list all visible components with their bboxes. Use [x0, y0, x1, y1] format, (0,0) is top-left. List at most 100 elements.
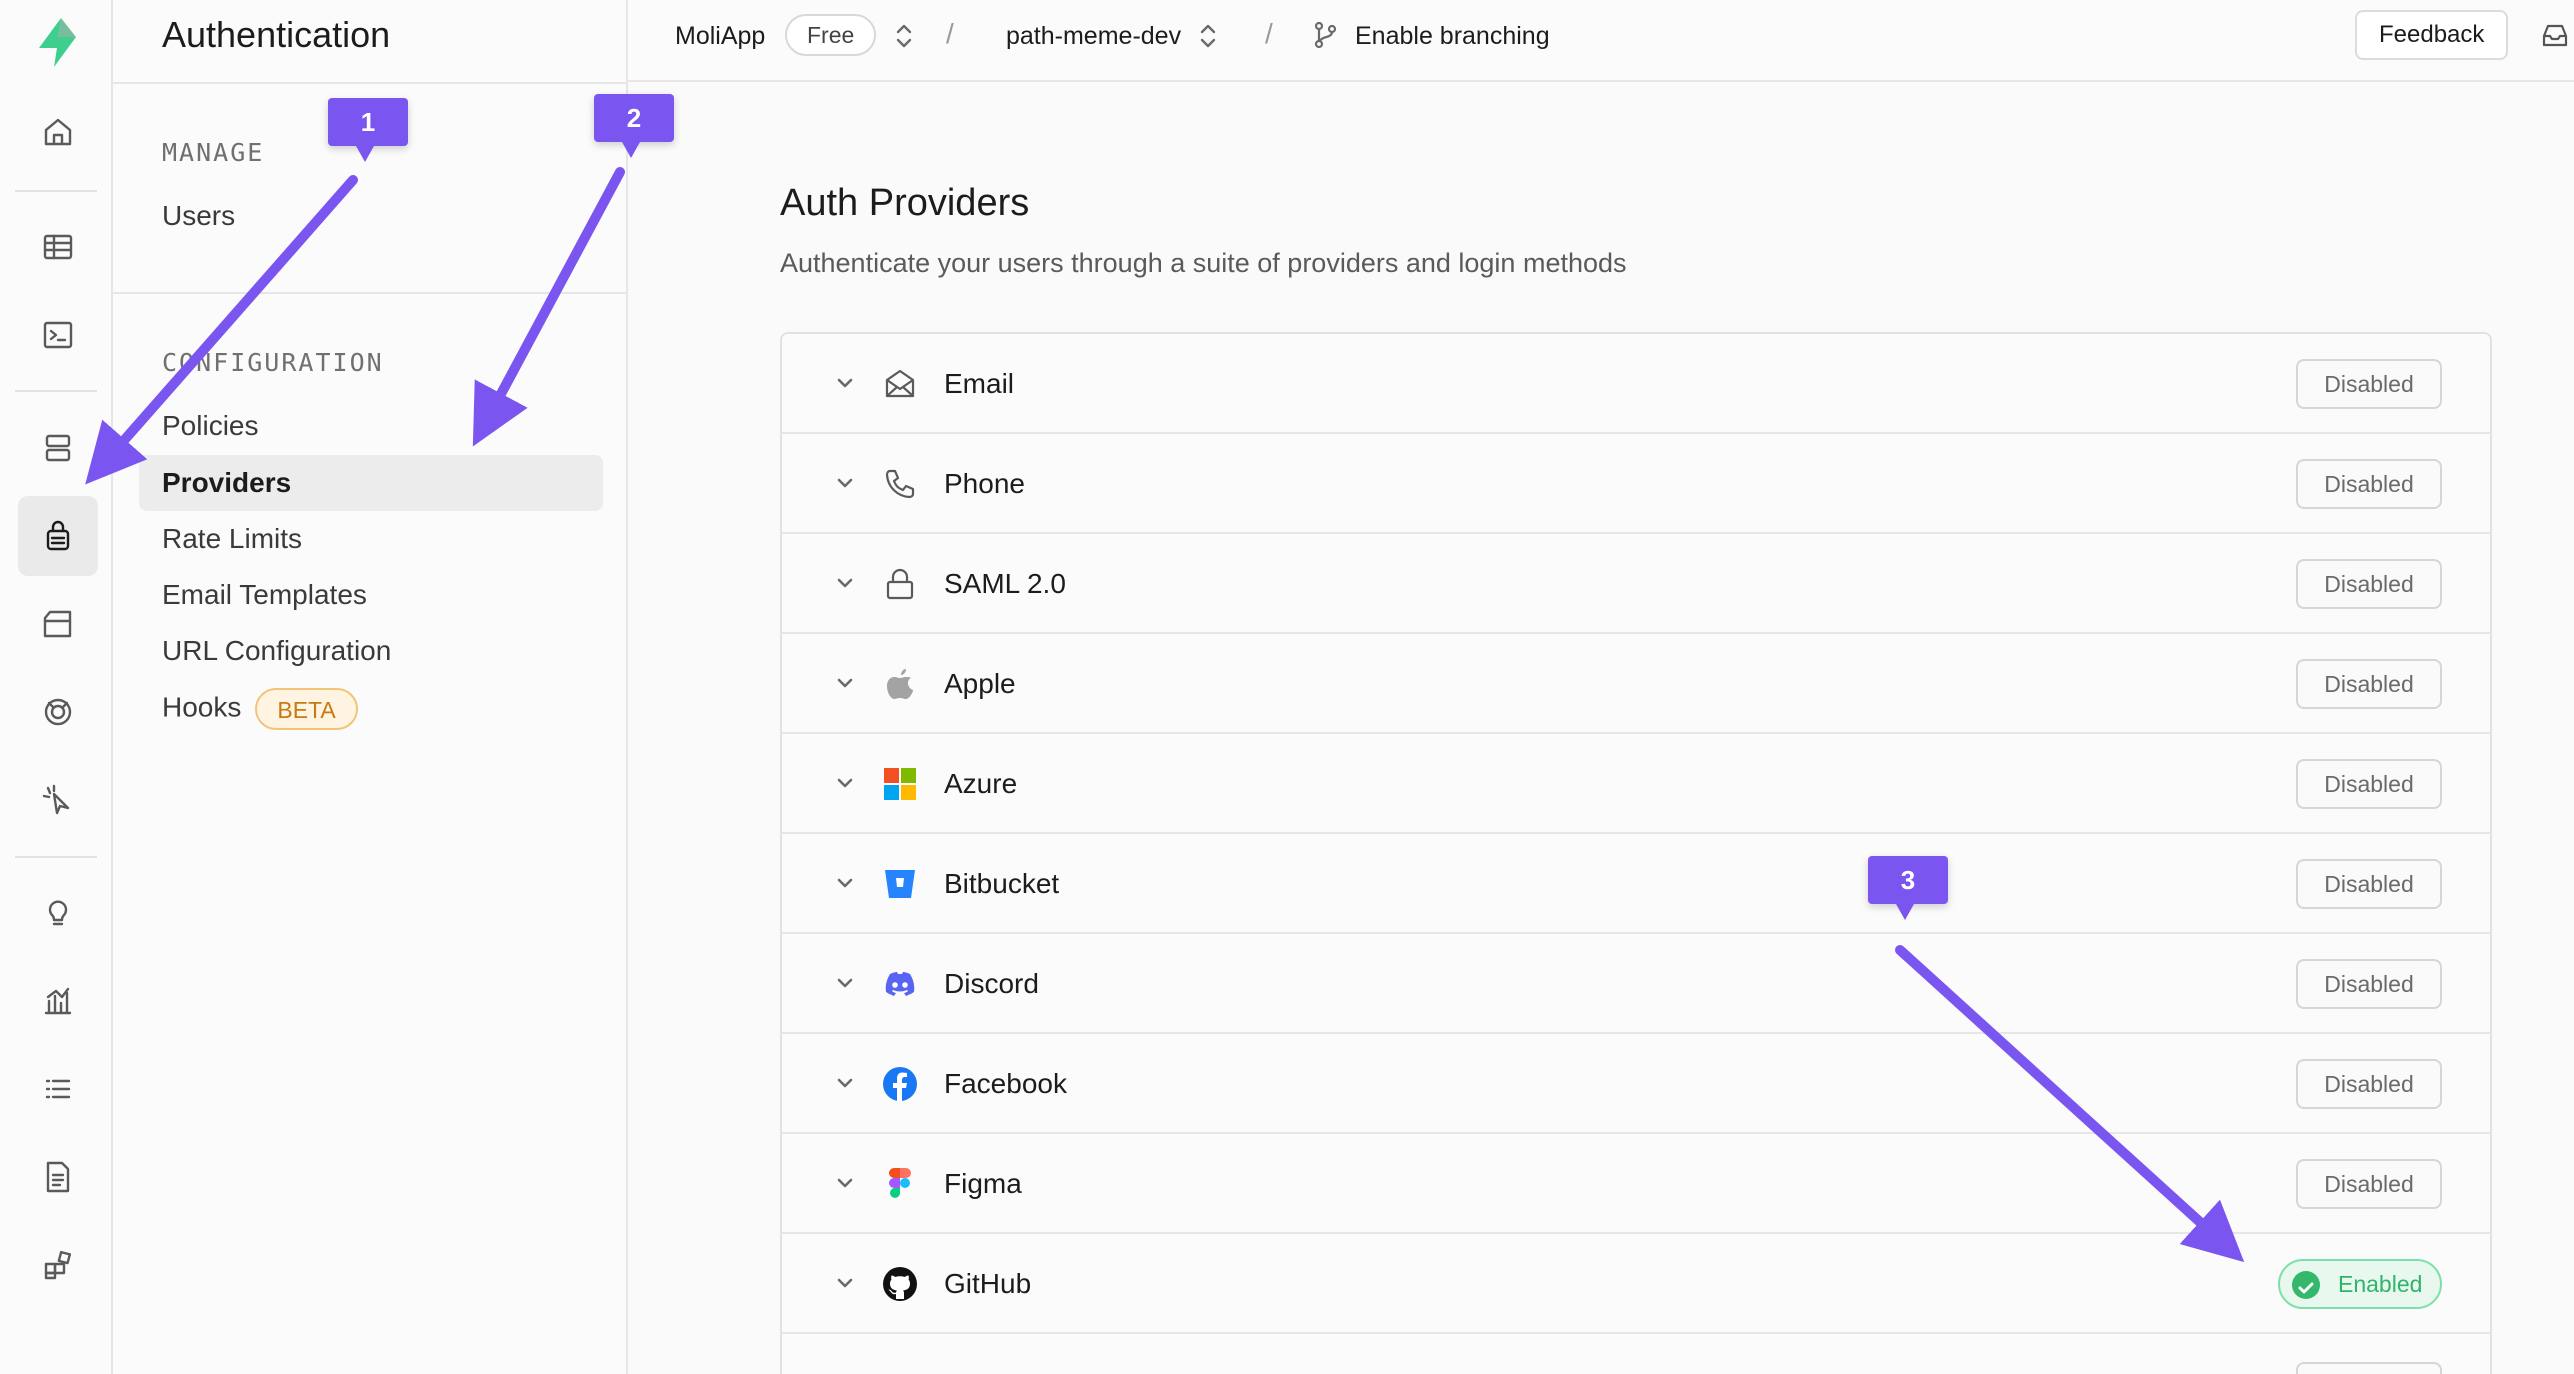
status-badge: Disabled — [2296, 559, 2442, 609]
storage-icon[interactable] — [18, 584, 98, 664]
provider-row-github[interactable]: GitHub Enabled — [782, 1234, 2490, 1334]
home-icon[interactable] — [18, 92, 98, 172]
provider-row-bitbucket[interactable]: Bitbucket Disabled — [782, 834, 2490, 934]
status-badge: Disabled — [2296, 859, 2442, 909]
provider-row-facebook[interactable]: Facebook Disabled — [782, 1034, 2490, 1134]
chevron-down-icon[interactable] — [834, 672, 856, 694]
phone-icon — [882, 466, 918, 502]
discord-icon — [882, 966, 918, 1002]
feedback-button[interactable]: Feedback — [2355, 10, 2509, 60]
provider-row-partial[interactable] — [782, 1334, 2490, 1374]
integrations-icon[interactable] — [18, 1225, 98, 1305]
provider-name: Email — [944, 368, 1015, 399]
chevron-down-icon[interactable] — [834, 472, 856, 494]
chevron-down-icon[interactable] — [834, 572, 856, 594]
provider-row-email[interactable]: Email Disabled — [782, 334, 2490, 434]
project-name[interactable]: path-meme-dev — [1006, 22, 1181, 51]
check-circle-icon — [2292, 1271, 2320, 1299]
provider-row-discord[interactable]: Discord Disabled — [782, 934, 2490, 1034]
status-badge: Disabled — [2296, 1059, 2442, 1109]
project-switcher-icon[interactable] — [1197, 20, 1219, 52]
manage-heading: MANAGE — [162, 138, 265, 167]
page-subtitle: Authenticate your users through a suite … — [780, 248, 1627, 278]
apple-icon — [882, 666, 918, 702]
page-title: Auth Providers — [780, 182, 1030, 224]
menu-title: Authentication — [162, 14, 391, 55]
inbox-icon[interactable] — [2540, 20, 2570, 50]
provider-row-apple[interactable]: Apple Disabled — [782, 634, 2490, 734]
chevron-down-icon[interactable] — [834, 972, 856, 994]
provider-row-figma[interactable]: Figma Disabled — [782, 1134, 2490, 1234]
menu-item-policies[interactable]: Policies — [162, 410, 258, 442]
provider-name: Apple — [944, 668, 1016, 699]
status-badge: Disabled — [2296, 659, 2442, 709]
lock-icon — [882, 566, 918, 602]
hooks-label: Hooks — [162, 691, 242, 723]
configuration-heading: CONFIGURATION — [162, 348, 384, 377]
status-badge: Disabled — [2296, 459, 2442, 509]
chevron-down-icon[interactable] — [834, 1272, 856, 1294]
rail-divider — [15, 390, 97, 392]
reports-icon[interactable] — [18, 961, 98, 1041]
org-switcher-icon[interactable] — [893, 20, 915, 52]
authentication-icon[interactable] — [18, 496, 98, 576]
logs-icon[interactable] — [18, 1049, 98, 1129]
annotation-callout-2: 2 — [594, 94, 674, 158]
chevron-down-icon[interactable] — [834, 772, 856, 794]
facebook-icon — [882, 1066, 918, 1102]
advisors-icon[interactable] — [18, 873, 98, 953]
chevron-down-icon[interactable] — [834, 1072, 856, 1094]
provider-name: Discord — [944, 968, 1039, 999]
azure-icon — [882, 766, 918, 802]
top-bar: MoliApp Free / path-meme-dev / Enable br… — [628, 0, 2574, 82]
table-editor-icon[interactable] — [18, 207, 98, 287]
status-label: Enabled — [2338, 1271, 2423, 1297]
breadcrumb-separator: / — [946, 18, 954, 49]
api-docs-icon[interactable] — [18, 1137, 98, 1217]
status-badge: Disabled — [2296, 359, 2442, 409]
realtime-icon[interactable] — [18, 672, 98, 752]
provider-name: Facebook — [944, 1068, 1067, 1099]
sql-editor-icon[interactable] — [18, 295, 98, 375]
database-icon[interactable] — [18, 408, 98, 488]
status-badge: Disabled — [2296, 759, 2442, 809]
status-badge-partial — [2296, 1362, 2442, 1374]
status-badge: Disabled — [2296, 959, 2442, 1009]
edge-functions-icon[interactable] — [18, 760, 98, 840]
icon-rail — [0, 0, 113, 1374]
org-name[interactable]: MoliApp — [675, 22, 765, 51]
auth-menu: Authentication MANAGE Users CONFIGURATIO… — [113, 0, 628, 1374]
enable-branching-link[interactable]: Enable branching — [1355, 22, 1550, 51]
menu-divider — [113, 292, 626, 294]
provider-row-saml[interactable]: SAML 2.0 Disabled — [782, 534, 2490, 634]
beta-badge: BETA — [255, 688, 358, 730]
menu-item-providers[interactable]: Providers — [139, 455, 603, 511]
providers-list: Email Disabled Phone Disabled SAML 2.0 D… — [780, 332, 2492, 1374]
supabase-logo-icon[interactable] — [30, 15, 85, 70]
menu-item-hooks[interactable]: Hooks BETA — [162, 688, 358, 730]
bitbucket-icon — [882, 866, 918, 902]
menu-header-divider — [113, 82, 626, 84]
provider-name: Phone — [944, 468, 1025, 499]
rail-divider — [15, 190, 97, 192]
provider-name: Bitbucket — [944, 868, 1060, 899]
git-branch-icon — [1310, 20, 1340, 50]
breadcrumb-separator: / — [1265, 18, 1273, 49]
provider-row-azure[interactable]: Azure Disabled — [782, 734, 2490, 834]
chevron-down-icon[interactable] — [834, 872, 856, 894]
chevron-down-icon[interactable] — [834, 372, 856, 394]
provider-name: GitHub — [944, 1268, 1032, 1299]
chevron-down-icon[interactable] — [834, 1172, 856, 1194]
menu-item-rate-limits[interactable]: Rate Limits — [162, 523, 302, 555]
menu-item-email-templates[interactable]: Email Templates — [162, 579, 367, 611]
menu-item-url-configuration[interactable]: URL Configuration — [162, 635, 391, 667]
figma-icon — [882, 1166, 918, 1202]
rail-divider — [15, 856, 97, 858]
menu-item-users[interactable]: Users — [162, 200, 235, 232]
github-icon — [882, 1266, 918, 1302]
provider-name: SAML 2.0 — [944, 568, 1066, 599]
provider-row-phone[interactable]: Phone Disabled — [782, 434, 2490, 534]
status-badge: Enabled — [2278, 1259, 2442, 1309]
annotation-callout-3: 3 — [1868, 856, 1948, 920]
annotation-callout-1: 1 — [328, 98, 408, 162]
